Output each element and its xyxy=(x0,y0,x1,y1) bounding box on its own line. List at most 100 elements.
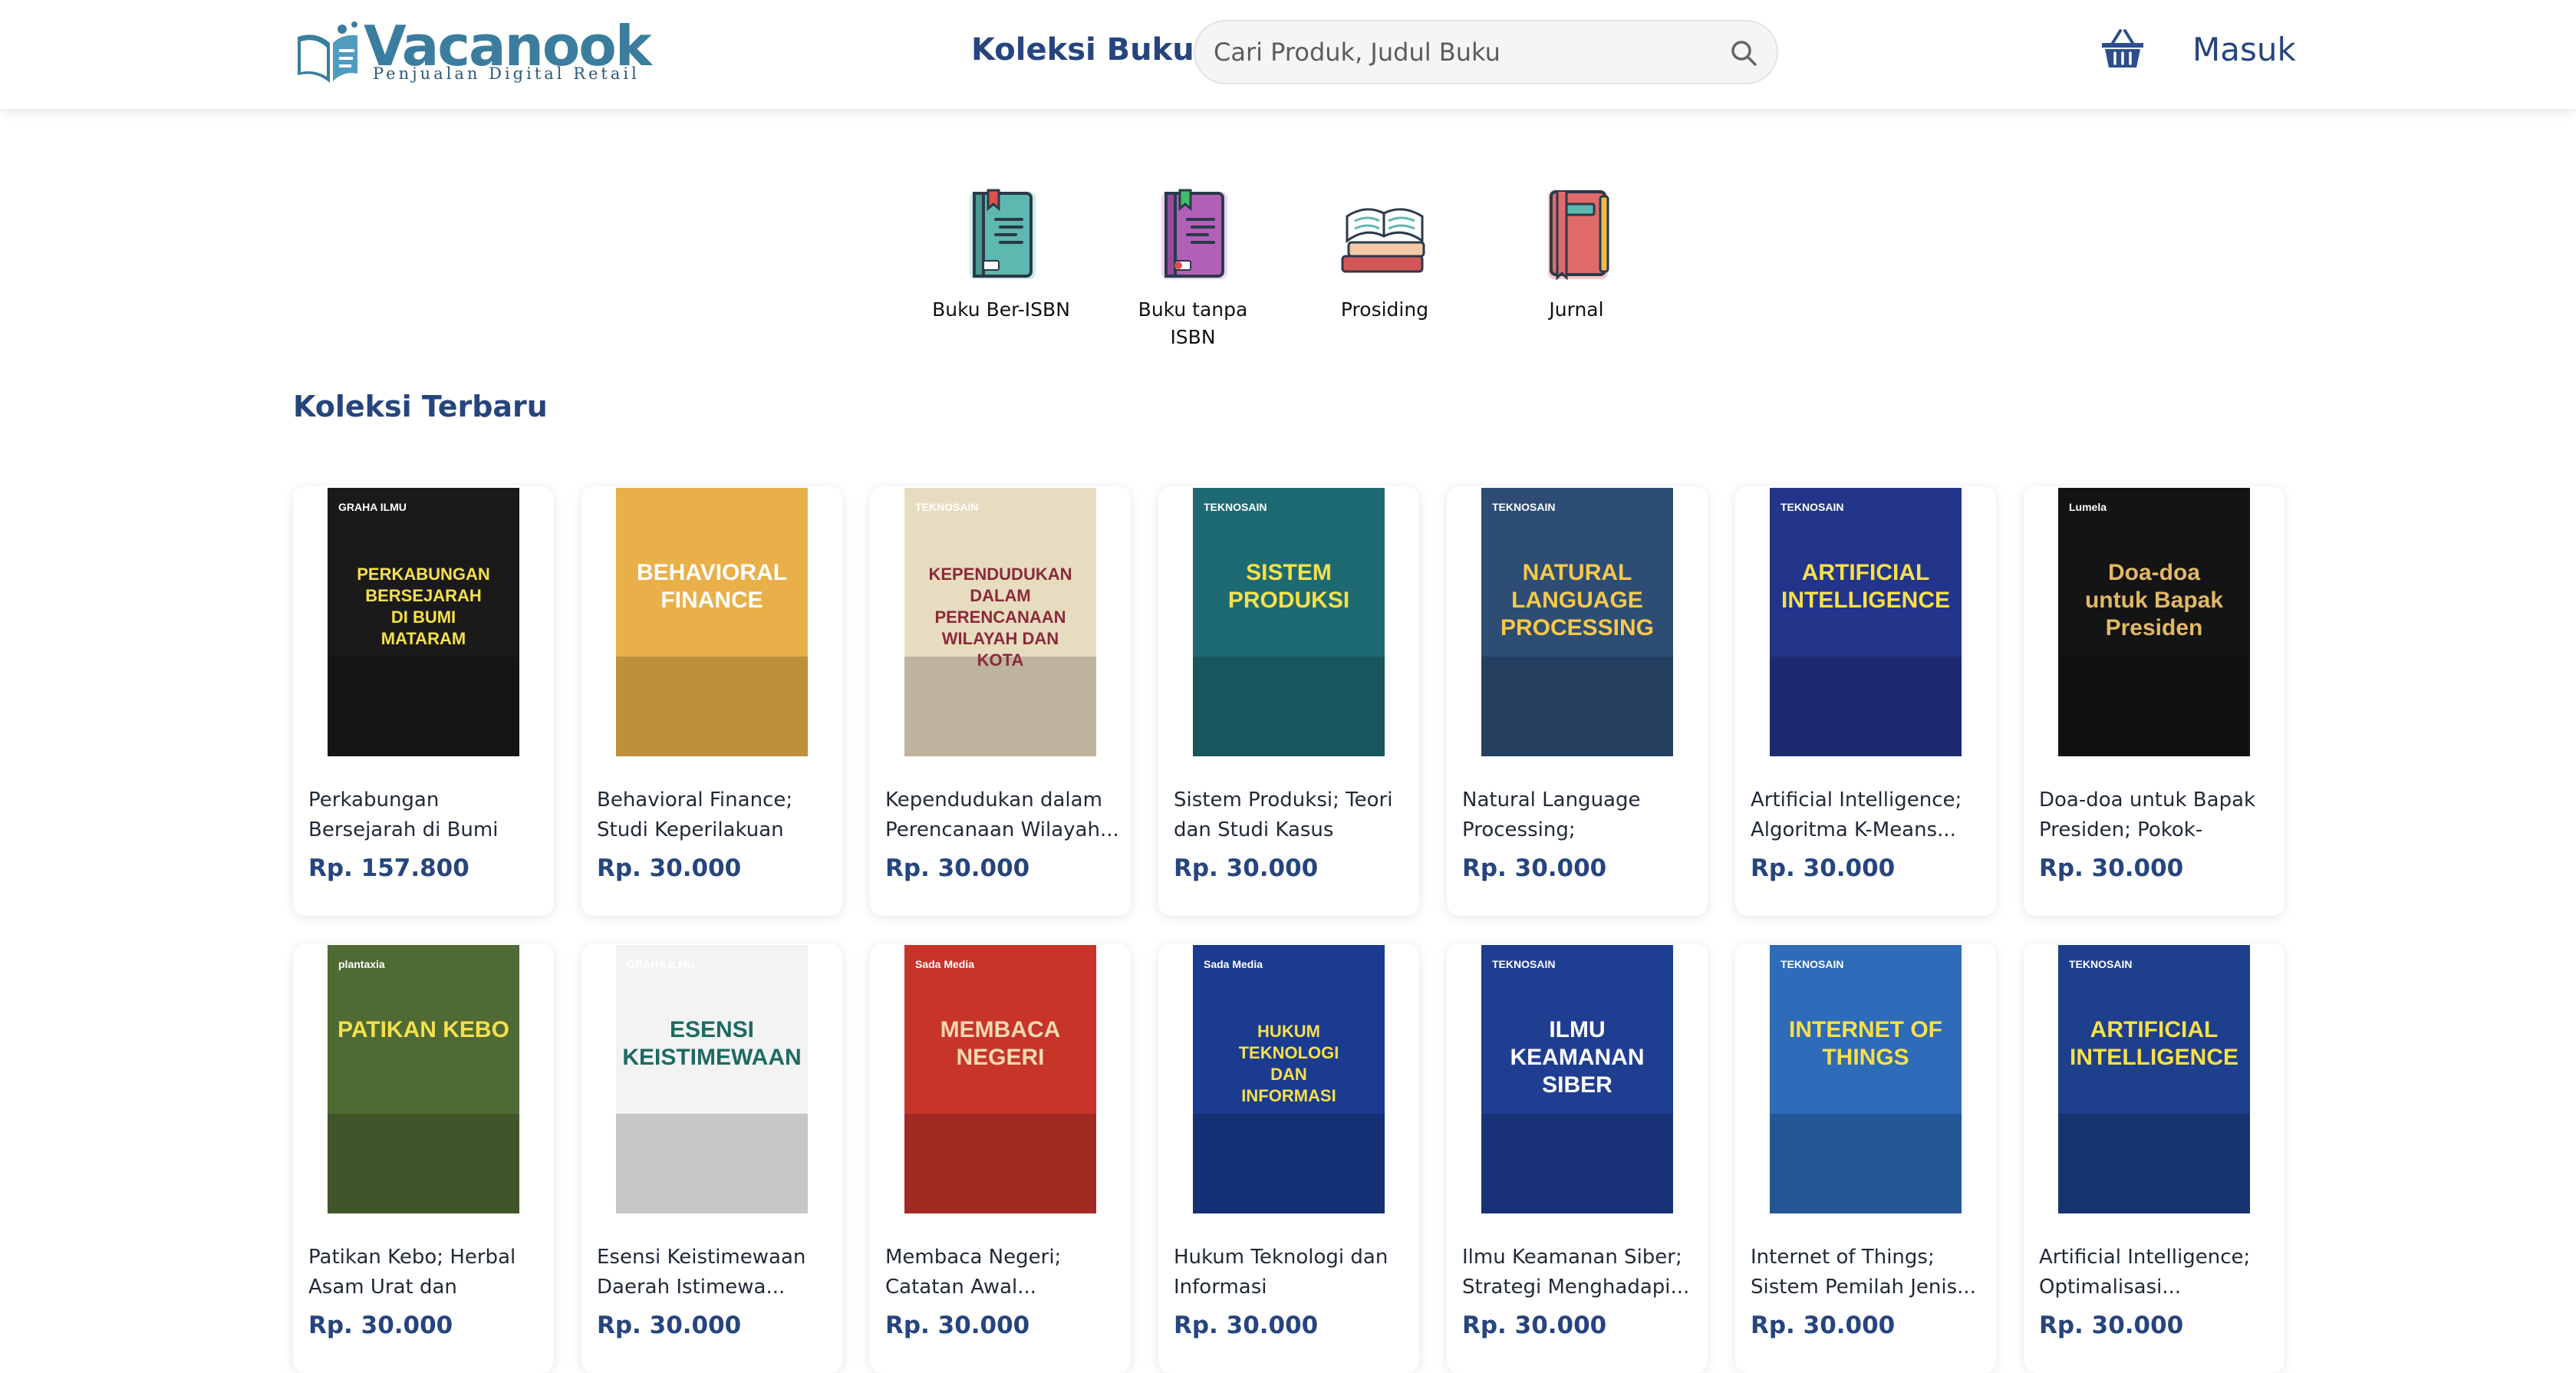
vacanook-logo[interactable]: Vacanook Penjualan Digital Retail xyxy=(293,14,652,87)
book-card[interactable]: GRAHA ILMU PERKABUNGAN BERSEJARAH DI BUMI MA… xyxy=(293,486,554,916)
book-card[interactable]: TEKNOSAIN NATURAL LANGUAGE PROCESSING Natura… xyxy=(1447,486,1708,916)
cover-title-line: KEISTIMEWAAN xyxy=(622,1045,801,1070)
book-card[interactable]: Lumela Doa-doa untuk Bapak Presiden Doa-doa … xyxy=(2024,486,2284,916)
cover-title-line: BEHAVIORAL xyxy=(637,560,787,585)
book-cover-image[interactable]: TEKNOSAIN ILMU KEAMANAN SIBER xyxy=(1481,945,1673,1213)
book-card[interactable]: TEKNOSAIN ARTIFICIAL INTELLIGENCE Artificia… xyxy=(1735,486,1996,916)
book-card[interactable]: TEKNOSAIN ILMU KEAMANAN SIBER Ilmu Keamanan … xyxy=(1447,943,1708,1373)
cover-title-line: NATURAL xyxy=(1523,560,1632,585)
category-label: Prosiding xyxy=(1340,298,1429,321)
book-cover-image[interactable]: TEKNOSAIN ARTIFICIAL INTELLIGENCE xyxy=(2058,945,2250,1213)
book-price: Rp. 30.000 xyxy=(1751,854,1896,882)
cover-title-line: KOTA xyxy=(977,650,1024,670)
cover-title-line: KEAMANAN xyxy=(1510,1045,1645,1070)
book-price: Rp. 30.000 xyxy=(885,854,1030,882)
book-title[interactable]: Artificial Intelligence; Algoritma K-Mea… xyxy=(1751,785,1985,847)
cover-title-line: INTELLIGENCE xyxy=(2070,1045,2238,1070)
cover-title-line: MEMBACA xyxy=(940,1017,1061,1042)
latest-collection-heading: Koleksi Terbaru xyxy=(293,390,548,423)
book-title[interactable]: Esensi Keistimewaan Daerah Istimewa... xyxy=(597,1243,832,1304)
cover-title-line: INTELLIGENCE xyxy=(1781,588,1950,613)
shopping-basket-icon[interactable] xyxy=(2100,28,2145,71)
cover-publisher: TEKNOSAIN xyxy=(915,501,978,513)
cover-title-line: HUKUM xyxy=(1257,1022,1320,1041)
book-cover-image[interactable]: GRAHA ILMU ESENSI KEISTIMEWAAN xyxy=(616,945,808,1213)
login-link[interactable]: Masuk xyxy=(2192,31,2296,68)
book-title[interactable]: Perkabungan Bersejarah di Bumi Mataram E… xyxy=(308,785,543,847)
book-cover-image[interactable]: Lumela Doa-doa untuk Bapak Presiden xyxy=(2058,488,2250,756)
book-title[interactable]: Ilmu Keamanan Siber; Strategi Menghadapi… xyxy=(1462,1243,1697,1304)
cover-title-line: THINGS xyxy=(1822,1045,1909,1070)
category-book-without-isbn[interactable]: Buku tanpa ISBN xyxy=(1120,186,1266,351)
top-navbar: Vacanook Penjualan Digital Retail Koleks… xyxy=(0,0,2576,109)
book-title[interactable]: Natural Language Processing; Pemrosesa..… xyxy=(1462,785,1697,847)
book-title[interactable]: Artificial Intelligence; Optimalisasi... xyxy=(2039,1243,2274,1304)
book-price: Rp. 30.000 xyxy=(2039,1312,2184,1339)
book-price: Rp. 30.000 xyxy=(2039,854,2184,882)
book-cover-image[interactable]: TEKNOSAIN NATURAL LANGUAGE PROCESSING xyxy=(1481,488,1673,756)
book-card[interactable]: Sada Media MEMBACA NEGERI Membaca Negeri; C… xyxy=(870,943,1131,1373)
book-cover-image[interactable]: TEKNOSAIN INTERNET OF THINGS xyxy=(1770,945,1962,1213)
book-title[interactable]: Doa-doa untuk Bapak Presiden; Pokok-poko… xyxy=(2039,785,2274,847)
book-cover-image[interactable]: GRAHA ILMU PERKABUNGAN BERSEJARAH DI BUMI MA… xyxy=(328,488,519,756)
category-label: Jurnal xyxy=(1549,298,1604,321)
book-title[interactable]: Membaca Negeri; Catatan Awal... xyxy=(885,1243,1120,1304)
book-card[interactable]: TEKNOSAIN INTERNET OF THINGS Internet of Th… xyxy=(1735,943,1996,1373)
book-cover-image[interactable]: TEKNOSAIN SISTEM PRODUKSI xyxy=(1193,488,1385,756)
book-card[interactable]: Sada Media HUKUM TEKNOLOGI DAN INFORMASI Huku… xyxy=(1158,943,1419,1373)
cover-title-line: PROCESSING xyxy=(1500,615,1654,640)
book-title[interactable]: Behavioral Finance; Studi Keperilakuan d… xyxy=(597,785,832,847)
logo-tagline: Penjualan Digital Retail xyxy=(373,64,640,83)
book-card[interactable]: GRAHA ILMU ESENSI KEISTIMEWAAN Esensi Keist… xyxy=(581,943,842,1373)
category-journal[interactable]: Jurnal xyxy=(1504,186,1649,324)
cover-title-line: Doa-doa xyxy=(2108,560,2200,585)
cover-publisher: Lumela xyxy=(2069,501,2107,513)
cover-title-line: MATARAM xyxy=(381,629,466,648)
book-card[interactable]: TEKNOSAIN SISTEM PRODUKSI Sistem Produksi; … xyxy=(1158,486,1419,916)
cover-publisher: GRAHA ILMU xyxy=(627,958,695,970)
cover-title-line: KEPENDUDUKAN xyxy=(928,565,1072,584)
cover-publisher: TEKNOSAIN xyxy=(1492,501,1555,513)
category-proceedings[interactable]: Prosiding xyxy=(1312,186,1458,324)
cover-title-line: PERENCANAAN xyxy=(934,607,1066,627)
book-title[interactable]: Hukum Teknologi dan Informasi xyxy=(1174,1243,1408,1304)
cover-publisher: TEKNOSAIN xyxy=(1780,501,1843,513)
book-card[interactable]: TEKNOSAIN ARTIFICIAL INTELLIGENCE Artificia… xyxy=(2024,943,2284,1373)
cover-title-line: Presiden xyxy=(2106,615,2203,640)
cover-title-line: SISTEM xyxy=(1246,560,1332,585)
book-cover-image[interactable]: plantaxia PATIKAN KEBO xyxy=(328,945,519,1213)
cover-title-line: PRODUKSI xyxy=(1228,588,1349,613)
book-cover-image[interactable]: TEKNOSAIN ARTIFICIAL INTELLIGENCE xyxy=(1770,488,1962,756)
cover-title-line: PATIKAN KEBO xyxy=(338,1017,509,1042)
book-title[interactable]: Sistem Produksi; Teori dan Studi Kasus xyxy=(1174,785,1408,847)
cover-title-line: DAN xyxy=(1270,1065,1307,1084)
book-title[interactable]: Patikan Kebo; Herbal Asam Urat dan Manfa… xyxy=(308,1243,543,1304)
book-title[interactable]: Kependudukan dalam Perencanaan Wilayah..… xyxy=(885,785,1120,847)
book-price: Rp. 30.000 xyxy=(1462,1312,1607,1339)
book-price: Rp. 30.000 xyxy=(597,1312,742,1339)
book-price: Rp. 30.000 xyxy=(1174,854,1319,882)
cover-publisher: TEKNOSAIN xyxy=(2069,958,2132,970)
book-price: Rp. 30.000 xyxy=(597,854,742,882)
book-price: Rp. 30.000 xyxy=(885,1312,1030,1339)
book-price: Rp. 30.000 xyxy=(308,1312,453,1339)
cover-publisher: plantaxia xyxy=(338,958,385,970)
book-title[interactable]: Internet of Things; Sistem Pemilah Jenis… xyxy=(1751,1243,1985,1304)
book-cover-image[interactable]: Sada Media MEMBACA NEGERI xyxy=(904,945,1096,1213)
book-card[interactable]: plantaxia PATIKAN KEBO Patikan Kebo; Herba… xyxy=(293,943,554,1373)
category-isbn-book[interactable]: Buku Ber-ISBN xyxy=(928,186,1074,324)
search-input[interactable] xyxy=(1214,29,1712,75)
cover-title-line: PERKABUNGAN xyxy=(357,565,490,584)
book-card[interactable]: BEHAVIORAL FINANCE Behavioral Finance; Stu… xyxy=(581,486,842,916)
book-cover-image[interactable]: BEHAVIORAL FINANCE xyxy=(616,488,808,756)
book-cover-image[interactable]: Sada Media HUKUM TEKNOLOGI DAN INFORMASI xyxy=(1193,945,1385,1213)
cover-publisher: TEKNOSAIN xyxy=(1492,958,1555,970)
book-cover-image[interactable]: TEKNOSAIN KEPENDUDUKAN DALAM PERENCANAAN WIL… xyxy=(904,488,1096,756)
cover-title-line: WILAYAH DAN xyxy=(942,629,1059,648)
book-card[interactable]: TEKNOSAIN KEPENDUDUKAN DALAM PERENCANAAN WIL… xyxy=(870,486,1131,916)
cover-title-line: ILMU xyxy=(1549,1017,1605,1042)
search-icon[interactable] xyxy=(1729,38,1758,67)
nav-book-collection[interactable]: Koleksi Buku xyxy=(971,32,1194,67)
book-price: Rp. 30.000 xyxy=(1462,854,1607,882)
cover-title-line: ESENSI xyxy=(670,1017,754,1042)
